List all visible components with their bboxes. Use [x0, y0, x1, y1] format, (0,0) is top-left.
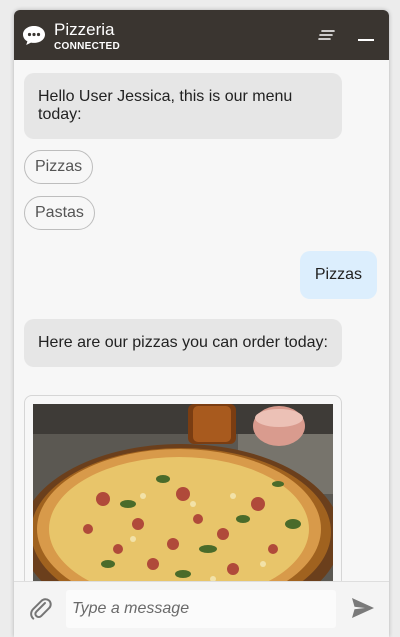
- menu-lines-icon: [318, 30, 335, 40]
- pizza-card[interactable]: [24, 395, 342, 581]
- send-button[interactable]: [351, 597, 375, 619]
- quick-reply-pizzas[interactable]: Pizzas: [24, 150, 94, 184]
- chat-bubble-icon: [23, 26, 45, 45]
- send-icon: [352, 598, 374, 618]
- chat-header: Pizzeria CONNECTED: [14, 10, 389, 60]
- bot-message-greeting: Hello User Jessica, this is our menu tod…: [24, 73, 342, 139]
- bot-message-pizza-intro: Here are our pizzas you can order today:: [24, 319, 342, 367]
- pizza-image: [33, 404, 333, 581]
- message-input[interactable]: [66, 590, 336, 628]
- paperclip-icon: [30, 598, 52, 620]
- minimize-button[interactable]: [356, 27, 376, 43]
- menu-button[interactable]: [317, 27, 337, 43]
- message-list[interactable]: Hello User Jessica, this is our menu tod…: [14, 60, 389, 581]
- chat-widget: Pizzeria CONNECTED Hello User Jessica, t…: [14, 10, 389, 637]
- composer: [14, 581, 389, 637]
- chat-title: Pizzeria: [54, 20, 115, 39]
- attach-button[interactable]: [28, 596, 54, 622]
- quick-reply-pastas[interactable]: Pastas: [24, 196, 95, 230]
- connection-status: CONNECTED: [54, 41, 121, 52]
- user-message: Pizzas: [299, 251, 377, 299]
